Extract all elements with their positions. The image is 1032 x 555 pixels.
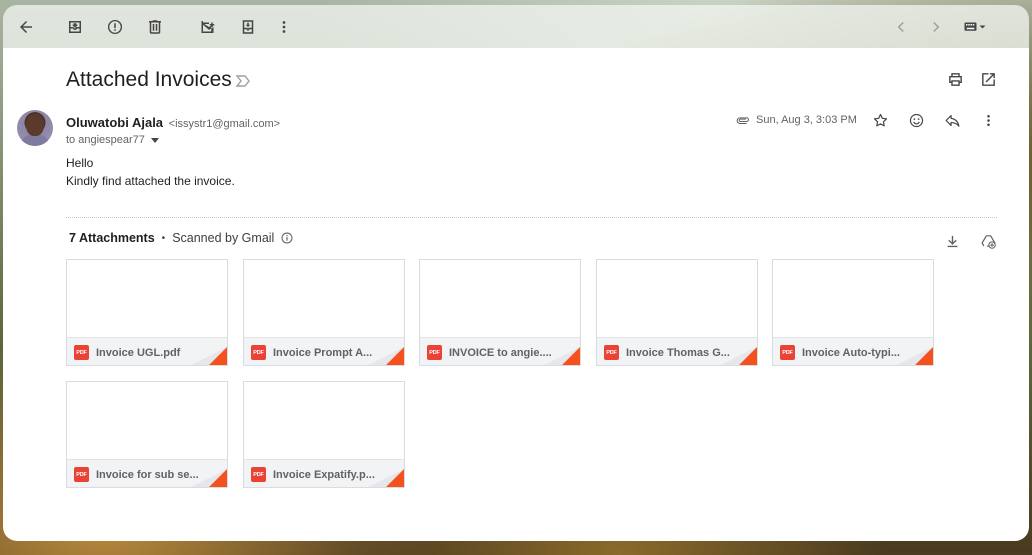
attachment-card[interactable]: PDF Invoice Auto-typi...	[772, 259, 934, 366]
add-to-drive-button[interactable]	[975, 228, 1001, 254]
message-more-button[interactable]	[975, 107, 1001, 133]
attachments-count: 7 Attachments	[69, 231, 155, 245]
page-fold-icon	[368, 347, 404, 365]
attachment-card[interactable]: PDF Invoice Thomas G...	[596, 259, 758, 366]
attachment-name: INVOICE to angie....	[449, 346, 552, 359]
back-arrow-icon	[20, 21, 32, 33]
attachment-card[interactable]: PDF Invoice Prompt A...	[243, 259, 405, 366]
page-fold-icon	[368, 469, 404, 487]
pdf-file-icon: PDF	[427, 345, 442, 360]
attachment-preview	[244, 382, 404, 459]
report-spam-button[interactable]	[101, 13, 129, 41]
attachment-name: Invoice Prompt A...	[273, 346, 373, 359]
move-to-icon	[242, 20, 254, 34]
older-button[interactable]	[922, 13, 950, 41]
print-all-button[interactable]	[943, 67, 967, 91]
more-options-button[interactable]	[270, 13, 298, 41]
attachment-card[interactable]: PDF Invoice Expatify.p...	[243, 381, 405, 488]
newer-button[interactable]	[887, 13, 915, 41]
info-icon[interactable]	[280, 231, 294, 245]
sender-name[interactable]: Oluwatobi Ajala	[66, 115, 163, 130]
drive-add-icon	[981, 234, 996, 249]
sender-avatar[interactable]	[17, 110, 53, 146]
input-tools-button[interactable]	[955, 13, 995, 41]
page-fold-icon	[544, 347, 580, 365]
attachments-divider	[66, 217, 997, 218]
keyboard-icon	[964, 22, 986, 31]
pdf-file-icon: PDF	[74, 467, 89, 482]
attachment-card[interactable]: PDF Invoice UGL.pdf	[66, 259, 228, 366]
important-marker-icon[interactable]	[235, 74, 251, 88]
more-vert-icon	[282, 21, 286, 33]
star-button[interactable]	[867, 107, 893, 133]
page-fold-icon	[191, 347, 227, 365]
attachment-preview	[597, 260, 757, 337]
scanned-label: Scanned by Gmail	[172, 231, 275, 245]
pdf-file-icon: PDF	[780, 345, 795, 360]
separator-dot: •	[161, 232, 166, 244]
more-vert-icon	[986, 114, 990, 126]
attachment-preview	[420, 260, 580, 337]
mark-unread-icon	[201, 21, 215, 33]
delete-icon	[149, 20, 161, 34]
mark-unread-button[interactable]	[195, 13, 223, 41]
sender-line: Oluwatobi Ajala <issystr1@gmail.com>	[66, 115, 280, 130]
back-button[interactable]	[12, 13, 40, 41]
message-meta: Sun, Aug 3, 3:03 PM	[734, 112, 857, 128]
delete-button[interactable]	[141, 13, 169, 41]
attachment-preview	[67, 260, 227, 337]
attachment-preview	[244, 260, 404, 337]
attachment-preview	[773, 260, 933, 337]
archive-icon	[69, 21, 81, 33]
chevron-right-icon	[933, 21, 940, 33]
chevron-left-icon	[897, 21, 904, 33]
body-line: Kindly find attached the invoice.	[66, 174, 235, 188]
star-icon	[873, 113, 887, 126]
message-date: Sun, Aug 3, 3:03 PM	[756, 114, 857, 126]
pdf-file-icon: PDF	[604, 345, 619, 360]
recipient-details-toggle[interactable]: to angiespear77	[66, 134, 160, 146]
attachment-name: Invoice Auto-typi...	[802, 346, 900, 359]
message-body: Hello Kindly find attached the invoice.	[66, 154, 235, 190]
attachment-preview	[67, 382, 227, 459]
caret-down-icon	[150, 138, 159, 143]
download-all-button[interactable]	[939, 228, 965, 254]
move-to-button[interactable]	[234, 13, 262, 41]
toolbar	[3, 5, 1029, 48]
download-icon	[947, 235, 957, 247]
add-reaction-button[interactable]	[903, 107, 929, 133]
attachment-card[interactable]: PDF Invoice for sub se...	[66, 381, 228, 488]
reply-button[interactable]	[939, 107, 965, 133]
emoji-icon	[909, 113, 923, 127]
pdf-file-icon: PDF	[74, 345, 89, 360]
message-view: Attached Invoices Oluwatobi Ajala <issys…	[3, 48, 1029, 541]
page-fold-icon	[721, 347, 757, 365]
print-icon	[948, 72, 962, 86]
pdf-file-icon: PDF	[251, 467, 266, 482]
pdf-file-icon: PDF	[251, 345, 266, 360]
body-line: Hello	[66, 156, 94, 170]
page-fold-icon	[897, 347, 933, 365]
open-new-window-button[interactable]	[976, 67, 1000, 91]
archive-button[interactable]	[61, 13, 89, 41]
recipient-label: to angiespear77	[66, 134, 145, 146]
attachment-clip-icon	[736, 117, 749, 124]
email-subject: Attached Invoices	[66, 68, 232, 91]
attachment-name: Invoice Thomas G...	[626, 346, 730, 359]
reply-icon	[945, 114, 959, 127]
attachment-name: Invoice Expatify.p...	[273, 468, 375, 481]
attachment-name: Invoice UGL.pdf	[96, 346, 181, 359]
attachment-name: Invoice for sub se...	[96, 468, 199, 481]
attachments-header: 7 Attachments • Scanned by Gmail	[69, 231, 294, 245]
open-in-new-icon	[981, 72, 995, 86]
report-spam-icon	[107, 19, 123, 35]
attachment-card[interactable]: PDF INVOICE to angie....	[419, 259, 581, 366]
email-window: Attached Invoices Oluwatobi Ajala <issys…	[3, 5, 1029, 541]
sender-email: <issystr1@gmail.com>	[168, 118, 281, 130]
page-fold-icon	[191, 469, 227, 487]
